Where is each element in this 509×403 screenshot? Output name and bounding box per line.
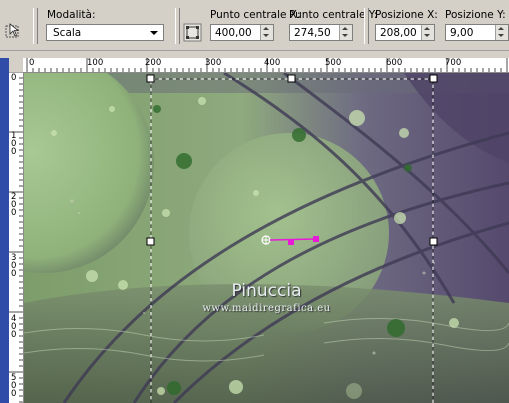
- bounding-box-icon[interactable]: [183, 23, 202, 42]
- ruler-left-label: 200: [11, 192, 17, 218]
- pos-x-value: 208,00: [380, 27, 417, 39]
- ruler-top-label: 0: [29, 58, 35, 68]
- palette-strip: [0, 58, 9, 403]
- center-y-stepper[interactable]: [339, 25, 352, 40]
- pos-x-field[interactable]: 208,00: [375, 24, 435, 41]
- center-x-label: Punto centrale X:: [210, 9, 301, 21]
- pos-y-field[interactable]: 9,00: [445, 24, 509, 41]
- toolbar: Modalità: Scala Punto centrale X: 400,00…: [0, 0, 509, 51]
- ruler-left-label: 500: [11, 373, 17, 399]
- ruler-left-label: 0: [11, 73, 17, 83]
- ruler-corner: [9, 58, 23, 72]
- ruler-top-label: 700: [445, 58, 462, 68]
- center-y-field[interactable]: 274,50: [289, 24, 353, 41]
- ruler-left-label: 400: [11, 314, 17, 340]
- resize-handle[interactable]: [146, 74, 155, 83]
- chevron-down-icon: [150, 31, 158, 35]
- resize-handle[interactable]: [429, 74, 438, 83]
- selection-overlay: [146, 74, 438, 403]
- rotation-handle[interactable]: [288, 239, 294, 245]
- toolbar-grip: [33, 8, 38, 44]
- ruler-vertical: 0 100 200 300 400 500: [9, 72, 24, 403]
- pos-x-stepper[interactable]: [421, 25, 434, 40]
- ruler-left-label: 300: [11, 253, 17, 279]
- rotation-handle[interactable]: [313, 236, 319, 242]
- center-x-stepper[interactable]: [260, 25, 273, 40]
- pos-x-label: Posizione X:: [375, 9, 438, 21]
- pick-tool-icon[interactable]: [4, 22, 22, 40]
- resize-handle[interactable]: [287, 74, 296, 83]
- center-x-field[interactable]: 400,00: [210, 24, 274, 41]
- mode-value: Scala: [53, 27, 82, 39]
- watermark-url: www.maidiregrafica.eu: [202, 303, 331, 314]
- pos-y-value: 9,00: [450, 27, 474, 39]
- ruler-left-label: 100: [11, 131, 17, 157]
- toolbar-grip: [175, 8, 180, 44]
- center-y-value: 274,50: [294, 27, 331, 39]
- mode-label: Modalità:: [47, 9, 96, 21]
- pos-y-stepper[interactable]: [495, 25, 508, 40]
- pos-y-label: Posizione Y:: [445, 9, 506, 21]
- mode-dropdown[interactable]: Scala: [46, 24, 164, 41]
- image-canvas[interactable]: Pinuccia www.maidiregrafica.eu: [24, 73, 509, 403]
- ruler-top-label: 300: [205, 58, 222, 68]
- toolbar-grip: [364, 8, 369, 44]
- ruler-horizontal: 0 100 200 300 400 500 600 700: [23, 58, 509, 73]
- resize-handle[interactable]: [429, 237, 438, 246]
- ruler-top-label: 400: [264, 58, 281, 68]
- ruler-top-label: 200: [145, 58, 162, 68]
- ruler-top-label: 500: [325, 58, 342, 68]
- watermark-title: Pinuccia: [231, 281, 302, 301]
- center-x-value: 400,00: [215, 27, 252, 39]
- ruler-top-label: 600: [386, 58, 403, 68]
- resize-handle[interactable]: [146, 237, 155, 246]
- ruler-top-label: 100: [87, 58, 104, 68]
